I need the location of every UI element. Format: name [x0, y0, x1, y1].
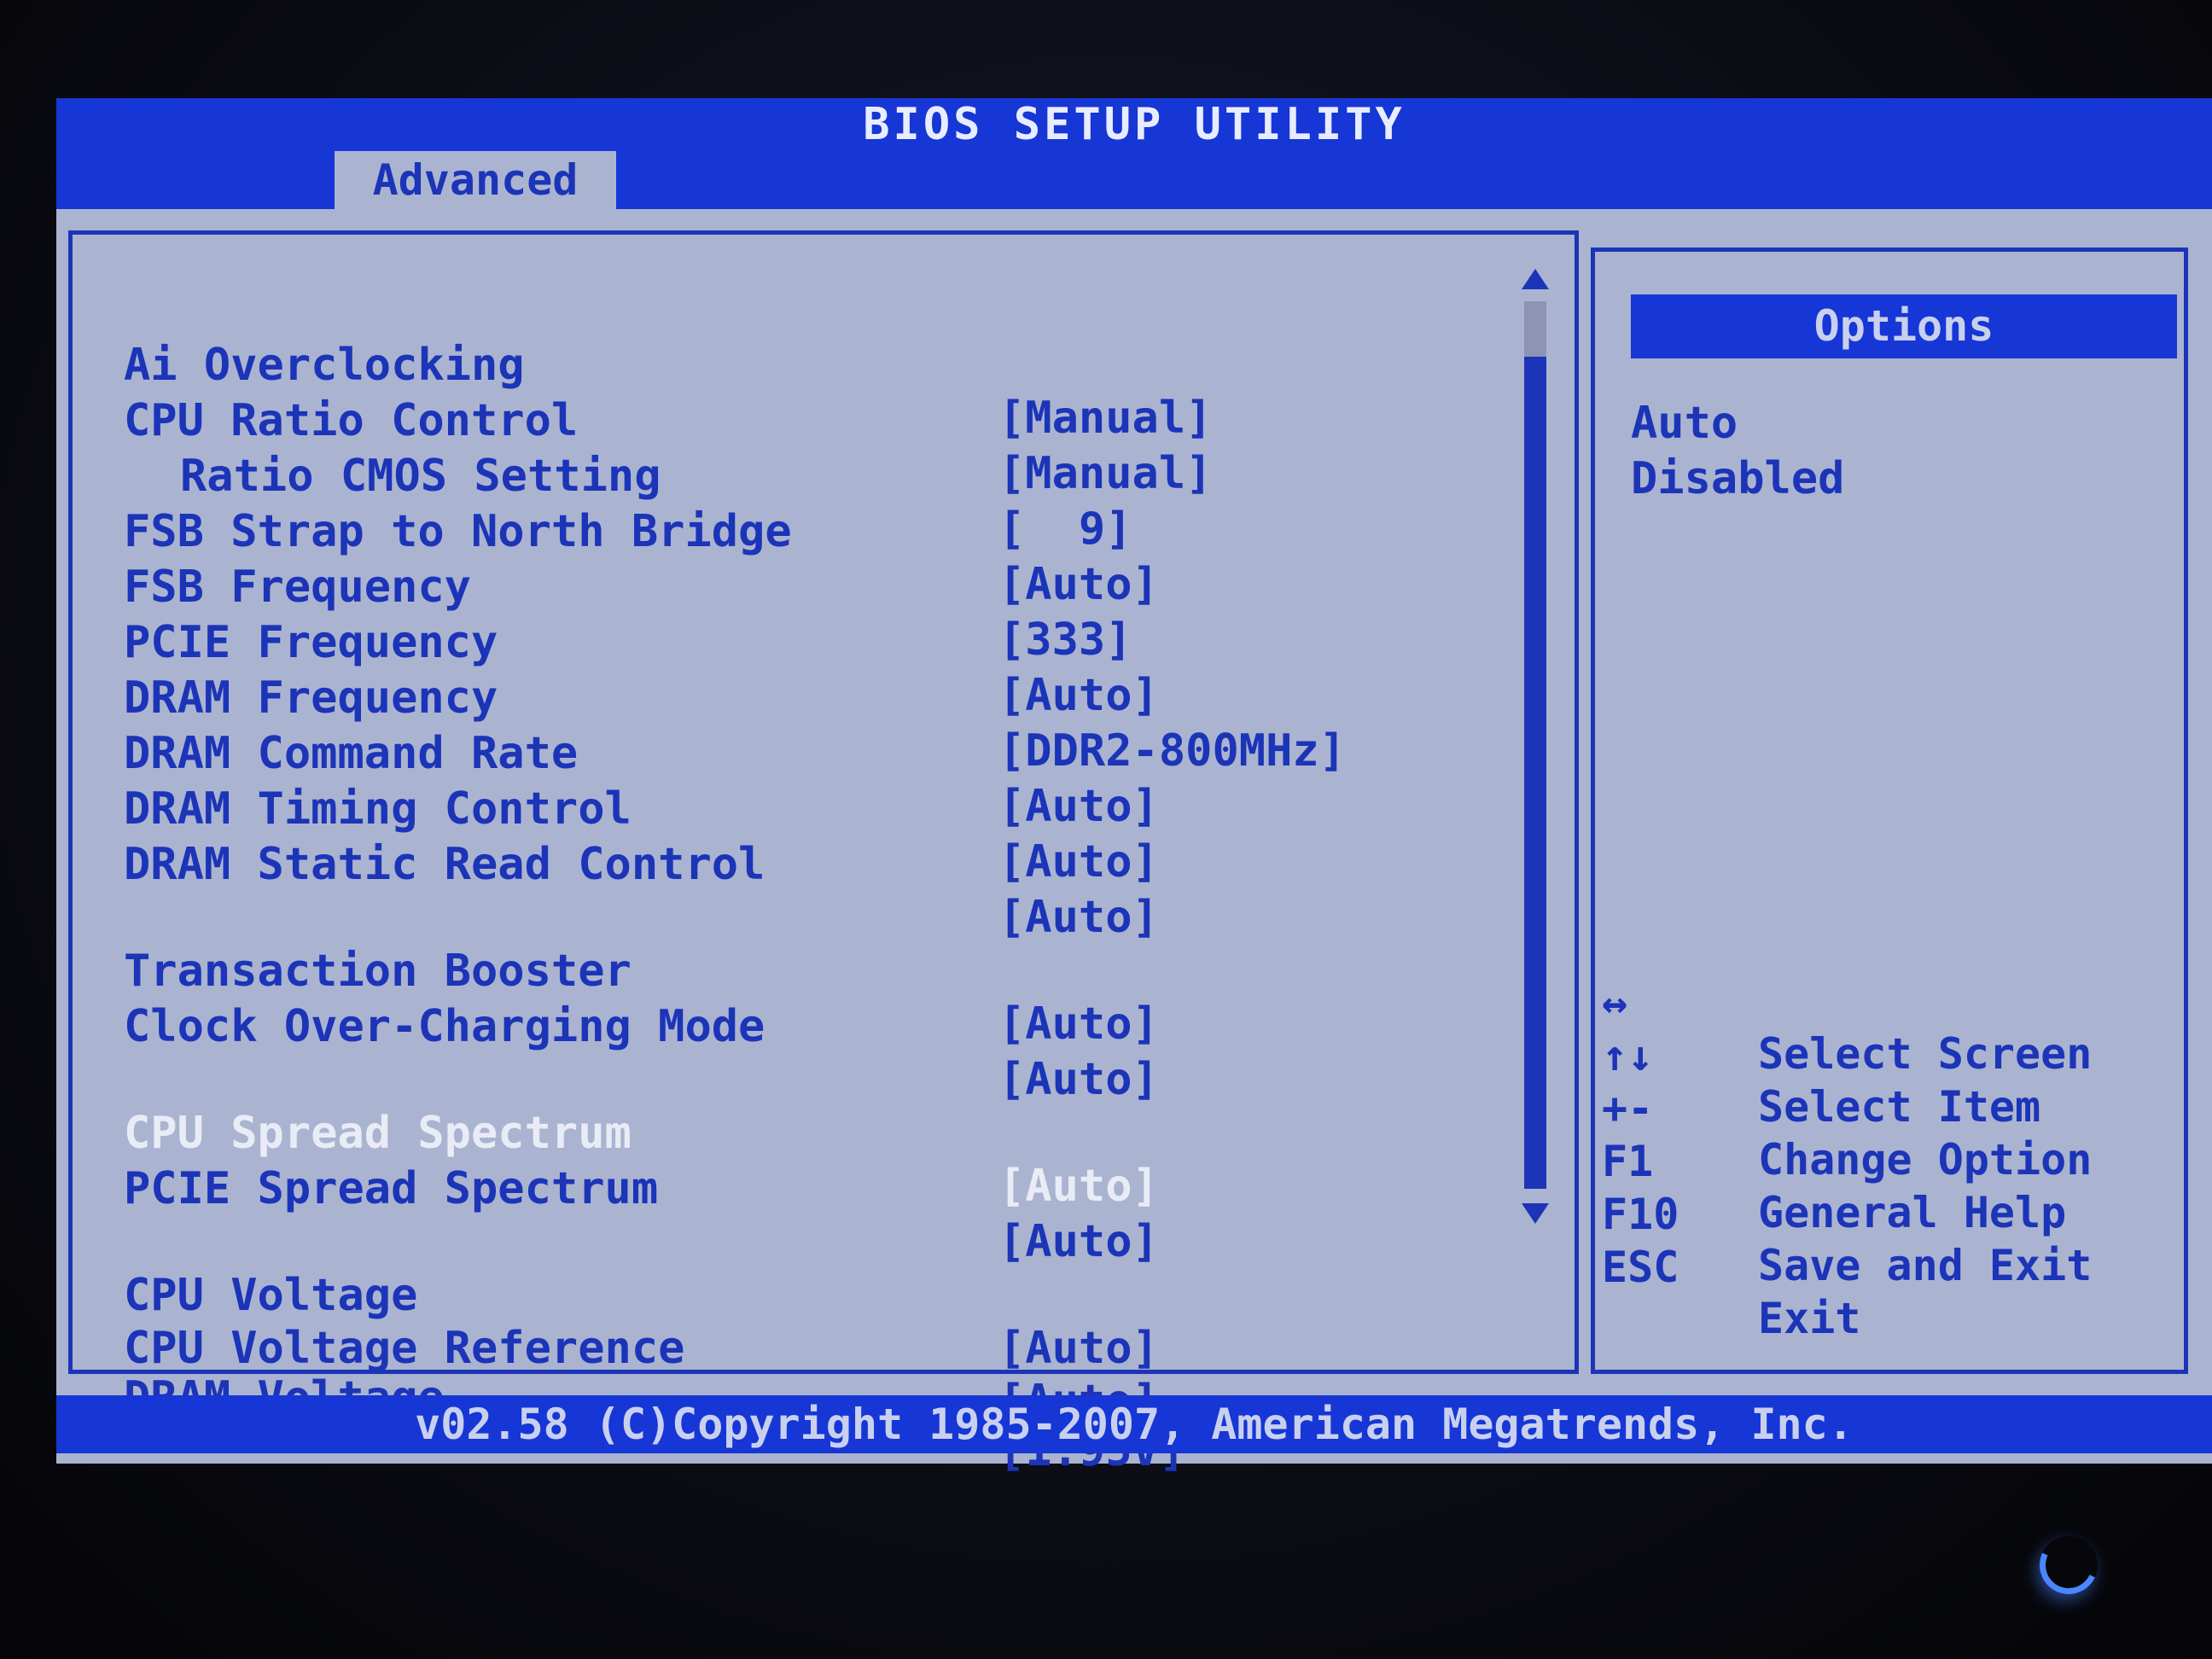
tab-bar: Advanced: [56, 151, 2212, 209]
setting-label: PCIE Spread Spectrum: [124, 1163, 659, 1214]
setting-value[interactable]: [Auto]: [998, 1322, 1159, 1375]
setting-cpu-ratio-control[interactable]: CPU Ratio Control [Manual]: [124, 341, 1212, 499]
setting-cpu-spread-spectrum[interactable]: CPU Spread Spectrum [Auto]: [124, 1054, 1159, 1212]
key-help-desc: Exit: [1758, 1294, 1861, 1343]
setting-ratio-cmos-setting[interactable]: Ratio CMOS Setting [ 9]: [124, 397, 1132, 555]
setting-dram-voltage[interactable]: DRAM Voltage [1.95V]: [124, 1318, 1185, 1476]
scroll-track[interactable]: [1524, 301, 1546, 1189]
scroll-down-arrow-icon[interactable]: [1522, 1203, 1549, 1224]
option-auto[interactable]: Auto: [1631, 397, 1738, 450]
key-help-general-help: F1 General Help: [1602, 1085, 2066, 1237]
setting-value[interactable]: [Auto]: [998, 1160, 1159, 1213]
setting-value[interactable]: [DDR2-800MHz]: [998, 725, 1346, 777]
setting-label: DRAM Static Read Control: [124, 839, 765, 890]
setting-value[interactable]: [Auto]: [998, 1215, 1159, 1268]
setting-dram-static-read-control[interactable]: DRAM Static Read Control [Auto]: [124, 785, 1159, 943]
key-help-desc: Select Item: [1758, 1082, 2041, 1132]
key-help-change-option: +- Change Option: [1602, 1032, 2092, 1185]
setting-pcie-spread-spectrum[interactable]: PCIE Spread Spectrum [Auto]: [124, 1109, 1159, 1267]
setting-fsb-frequency[interactable]: FSB Frequency [333]: [124, 508, 1132, 666]
setting-cpu-voltage-reference[interactable]: CPU Voltage Reference [Auto]: [124, 1269, 1159, 1427]
setting-clock-over-charging-mode[interactable]: Clock Over-Charging Mode [Auto]: [124, 947, 1159, 1105]
setting-dram-command-rate[interactable]: DRAM Command Rate [Auto]: [124, 674, 1159, 832]
setting-ai-overclocking[interactable]: Ai Overclocking [Manual]: [124, 286, 1212, 444]
setting-value[interactable]: [Auto]: [998, 998, 1159, 1051]
esc-key: ESC: [1602, 1243, 1679, 1292]
option-disabled[interactable]: Disabled: [1631, 452, 1844, 505]
setting-value[interactable]: [Auto]: [998, 669, 1159, 722]
setting-value[interactable]: [333]: [998, 614, 1132, 667]
key-help-save-exit: F10 Save and Exit: [1602, 1138, 2092, 1290]
window-title: BIOS SETUP UTILITY: [56, 98, 2212, 151]
scrollbar[interactable]: [1522, 269, 1549, 1233]
scroll-thumb[interactable]: [1524, 301, 1546, 357]
setting-cpu-voltage[interactable]: CPU Voltage [Auto]: [124, 1216, 1159, 1374]
key-help-select-item: ↑↓ Select Item: [1602, 979, 2040, 1132]
key-help-exit: ESC Exit: [1602, 1190, 1860, 1343]
setting-dram-timing-control[interactable]: DRAM Timing Control [Auto]: [124, 730, 1159, 888]
key-help-desc: Select Screen: [1758, 1029, 2093, 1079]
tab-advanced[interactable]: Advanced: [335, 151, 616, 209]
key-help-desc: Change Option: [1758, 1135, 2093, 1185]
options-header: Options: [1631, 294, 2177, 358]
setting-pcie-frequency[interactable]: PCIE Frequency [Auto]: [124, 563, 1159, 721]
setting-value[interactable]: [ 9]: [998, 503, 1132, 556]
setting-value[interactable]: [Auto]: [998, 780, 1159, 833]
setting-label: Clock Over-Charging Mode: [124, 1001, 765, 1052]
setting-value[interactable]: [Auto]: [998, 891, 1159, 944]
settings-panel: Ai Overclocking [Manual] CPU Ratio Contr…: [68, 230, 1579, 1476]
setting-value[interactable]: [Manual]: [998, 392, 1212, 445]
bios-screen: BIOS SETUP UTILITY Advanced Ai Overclock…: [56, 98, 2212, 1476]
key-help-desc: General Help: [1758, 1188, 2067, 1237]
setting-transaction-booster[interactable]: Transaction Booster [Auto]: [124, 892, 1159, 1050]
setting-dram-frequency[interactable]: DRAM Frequency [DDR2-800MHz]: [124, 619, 1346, 777]
help-panel: Options Auto Disabled ↔ Select Screen ↑↓…: [1591, 247, 2188, 1374]
copyright-footer: v02.58 (C)Copyright 1985-2007, American …: [56, 1395, 2212, 1453]
key-help-select-screen: ↔ Select Screen: [1602, 926, 2092, 1079]
setting-fsb-strap[interactable]: FSB Strap to North Bridge [Auto]: [124, 452, 1159, 610]
setting-value[interactable]: [Auto]: [998, 558, 1159, 611]
setting-value[interactable]: [Manual]: [998, 447, 1212, 500]
scroll-up-arrow-icon[interactable]: [1522, 269, 1549, 289]
setting-value[interactable]: [Auto]: [998, 835, 1159, 888]
setting-value[interactable]: [Auto]: [998, 1053, 1159, 1106]
key-help-desc: Save and Exit: [1758, 1241, 2093, 1290]
